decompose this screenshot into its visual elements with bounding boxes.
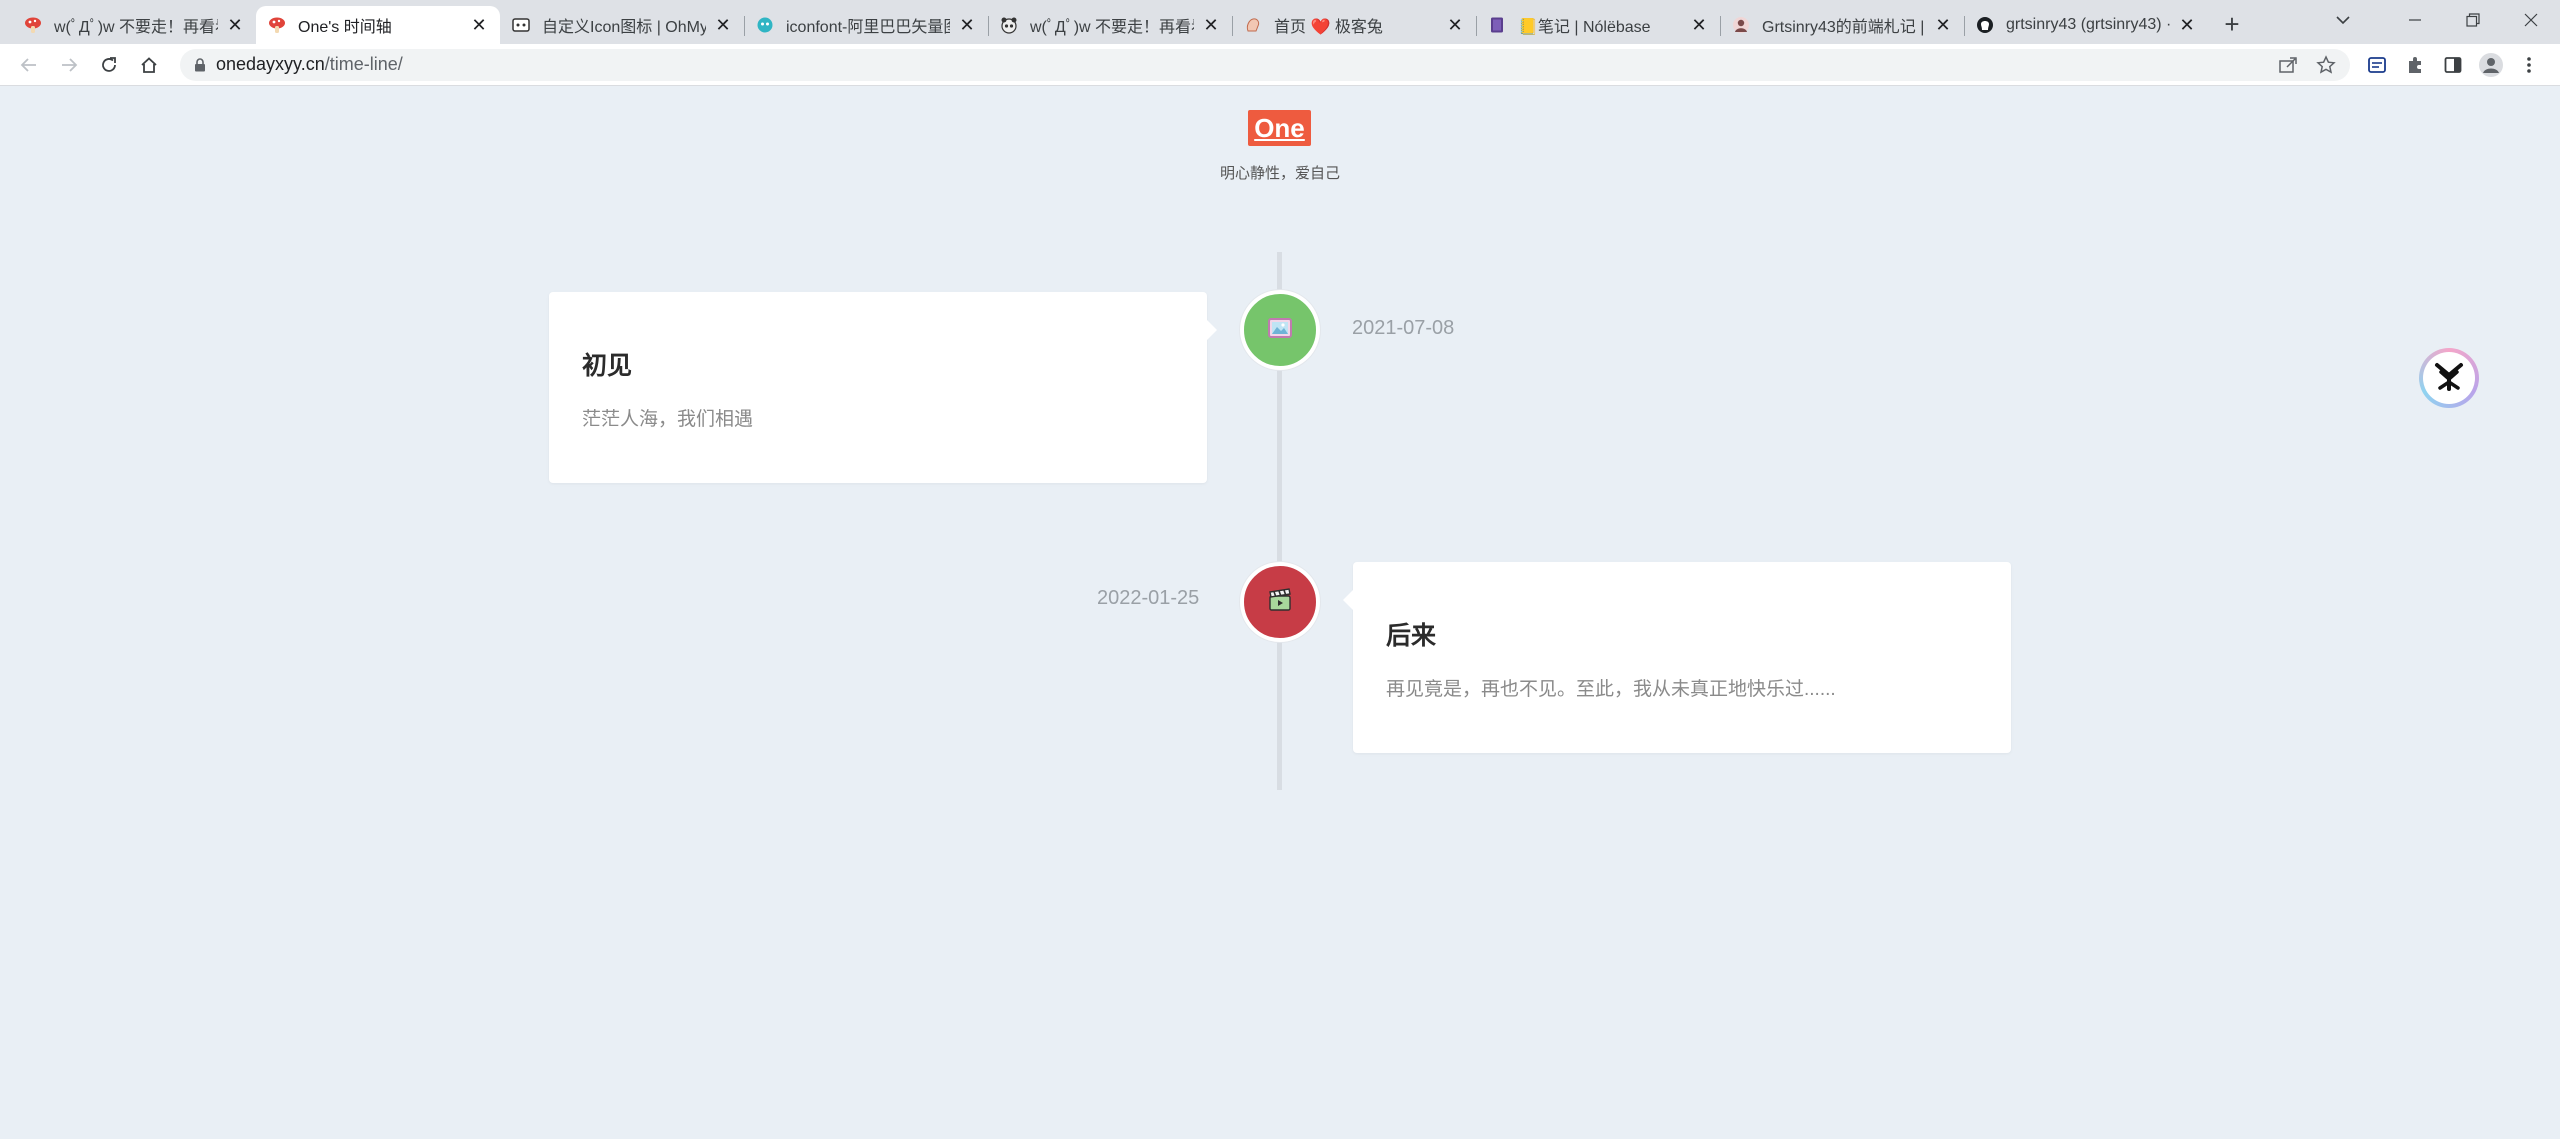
picture-frame-icon xyxy=(1265,313,1295,348)
clapperboard-icon xyxy=(1265,585,1295,620)
tab-title: grtsinry43 (grtsinry43) · GitHub xyxy=(2006,16,2170,33)
back-arrow-icon[interactable] xyxy=(12,48,46,82)
avatar-favicon-icon xyxy=(1732,16,1750,34)
kebab-menu-icon[interactable] xyxy=(2510,48,2548,82)
tab-title: 自定义Icon图标 | OhMyLive2D xyxy=(542,19,706,36)
close-icon[interactable]: ✕ xyxy=(226,16,244,34)
hand-favicon-icon xyxy=(1244,16,1262,34)
panda-favicon-icon xyxy=(1000,16,1018,34)
browser-toolbar: onedayxyy.cn/time-line/ xyxy=(0,44,2560,86)
new-tab-button[interactable]: + xyxy=(2214,6,2250,42)
window-controls xyxy=(2314,0,2560,40)
tab-8[interactable]: Grtsinry43的前端札记 | 分享 ✕ xyxy=(1720,6,1964,44)
close-window-icon[interactable] xyxy=(2502,0,2560,40)
tab-1[interactable]: w(ﾟДﾟ)w 不要走！再看看嘛！ ✕ xyxy=(12,6,256,44)
floating-widget-inner xyxy=(2423,352,2475,404)
url-host: onedayxyy.cn xyxy=(216,54,325,74)
tab-search-chevron-down-icon[interactable] xyxy=(2314,0,2372,40)
url-path: /time-line/ xyxy=(324,54,403,74)
close-icon[interactable]: ✕ xyxy=(1202,16,1220,34)
tab-title: iconfont-阿里巴巴矢量图标库 xyxy=(786,19,950,36)
timeline-card-1: 初见 茫茫人海，我们相遇 xyxy=(549,292,1217,483)
tab-5[interactable]: w(ﾟДﾟ)w 不要走！再看看嘛！ ✕ xyxy=(988,6,1232,44)
reload-icon[interactable] xyxy=(92,48,126,82)
tab-3[interactable]: 自定义Icon图标 | OhMyLive2D ✕ xyxy=(500,6,744,44)
floating-widget-button[interactable] xyxy=(2419,348,2479,408)
tab-6[interactable]: 首页 ❤️ 极客兔 ✕ xyxy=(1232,6,1476,44)
side-panel-icon[interactable] xyxy=(2434,48,2472,82)
close-icon[interactable]: ✕ xyxy=(958,16,976,34)
tab-strip: w(ﾟДﾟ)w 不要走！再看看嘛！ ✕ One's 时间轴 ✕ 自定义Icon图… xyxy=(0,0,2560,44)
share-icon[interactable] xyxy=(2278,56,2298,74)
restore-icon[interactable] xyxy=(2444,0,2502,40)
github-favicon-icon xyxy=(1976,16,1994,34)
timeline-node-2 xyxy=(1240,562,1320,642)
timeline-card-2: 后来 再见竟是，再也不见。至此，我从未真正地快乐过...... xyxy=(1343,562,2011,753)
yarn-logo-icon xyxy=(2431,358,2467,399)
tab-2-active[interactable]: One's 时间轴 ✕ xyxy=(256,6,500,44)
close-icon[interactable]: ✕ xyxy=(470,16,488,34)
ohmy-favicon-icon xyxy=(512,16,530,34)
site-logo[interactable]: One xyxy=(1248,110,1311,146)
close-icon[interactable]: ✕ xyxy=(714,16,732,34)
profile-avatar-icon[interactable] xyxy=(2472,48,2510,82)
close-icon[interactable]: ✕ xyxy=(1690,16,1708,34)
puzzle-extensions-icon[interactable] xyxy=(2396,48,2434,82)
address-bar[interactable]: onedayxyy.cn/time-line/ xyxy=(180,48,2350,81)
tab-9[interactable]: grtsinry43 (grtsinry43) · GitHub ✕ xyxy=(1964,6,2208,44)
timeline-date-2: 2022-01-25 xyxy=(1097,587,1200,609)
tab-title: One's 时间轴 xyxy=(298,19,392,36)
timeline-card-desc: 茫茫人海，我们相遇 xyxy=(582,409,754,430)
iconfont-favicon-icon xyxy=(756,16,774,34)
timeline-date-1: 2021-07-08 xyxy=(1352,317,1455,339)
extension-reader-icon[interactable] xyxy=(2358,48,2396,82)
page-content: One 明心静性，爱自己 初见 茫茫人海，我们相遇 2021-07-08 202… xyxy=(0,86,2560,1139)
tab-4[interactable]: iconfont-阿里巴巴矢量图标库 ✕ xyxy=(744,6,988,44)
close-icon[interactable]: ✕ xyxy=(1934,16,1952,34)
close-icon[interactable]: ✕ xyxy=(1446,16,1464,34)
timeline-card-title: 后来 xyxy=(1386,622,1437,650)
tab-title: w(ﾟДﾟ)w 不要走！再看看嘛！ xyxy=(54,19,218,36)
mushroom-favicon-icon xyxy=(268,16,286,34)
close-icon[interactable]: ✕ xyxy=(2178,16,2196,34)
minimize-icon[interactable] xyxy=(2386,0,2444,40)
tab-7[interactable]: 📒笔记 | Nólëbase ✕ xyxy=(1476,6,1720,44)
mushroom-favicon-icon xyxy=(24,16,42,34)
bookmark-star-icon[interactable] xyxy=(2316,54,2336,75)
tab-title: 首页 ❤️ 极客兔 xyxy=(1274,19,1383,36)
lock-icon[interactable] xyxy=(194,57,206,72)
tab-title: Grtsinry43的前端札记 | 分享 xyxy=(1762,19,1926,36)
home-icon[interactable] xyxy=(132,48,166,82)
url-text: onedayxyy.cn/time-line/ xyxy=(216,54,403,75)
timeline-node-1 xyxy=(1240,290,1320,370)
book-favicon-icon xyxy=(1488,16,1506,34)
timeline-card-desc: 再见竟是，再也不见。至此，我从未真正地快乐过...... xyxy=(1386,679,1836,700)
tab-title: w(ﾟДﾟ)w 不要走！再看看嘛！ xyxy=(1030,19,1194,36)
tab-title: 📒笔记 | Nólëbase xyxy=(1518,19,1651,36)
site-motto: 明心静性，爱自己 xyxy=(1219,165,1340,182)
timeline-card-title: 初见 xyxy=(582,352,633,380)
forward-arrow-icon[interactable] xyxy=(52,48,86,82)
